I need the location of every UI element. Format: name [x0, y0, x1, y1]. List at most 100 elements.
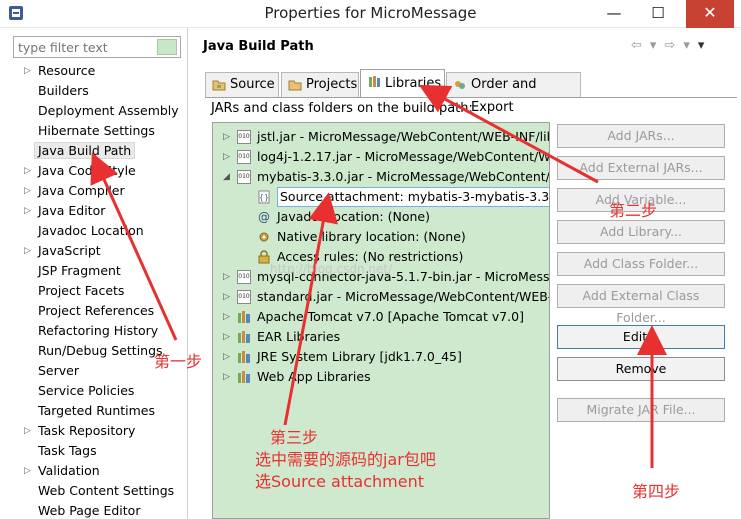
library-attribute-row[interactable]: Access rules: (No restrictions)	[213, 247, 549, 267]
expand-arrow-icon[interactable]: ▷	[24, 161, 31, 181]
library-entry-row[interactable]: ▷ JRE System Library [jdk1.7.0_45]	[213, 347, 549, 367]
expand-arrow-icon[interactable]: ▷	[24, 421, 31, 441]
back-icon[interactable]: ⇦▾	[631, 38, 664, 53]
sidebar-item-task-tags[interactable]: Task Tags	[0, 441, 188, 461]
collapse-arrow-icon[interactable]: ◢	[223, 167, 230, 187]
sidebar-item-label: Project References	[38, 303, 155, 318]
expand-arrow-icon[interactable]: ▷	[24, 461, 31, 481]
sidebar-item-jsp-fragment[interactable]: JSP Fragment	[0, 261, 188, 281]
expand-arrow-icon[interactable]: ▷	[223, 287, 230, 307]
remove-button[interactable]: Remove	[557, 357, 725, 381]
tab-source[interactable]: Source	[205, 72, 279, 97]
add-library-button[interactable]: Add Library...	[557, 220, 725, 244]
sidebar-item-javascript[interactable]: ▷ JavaScript	[0, 241, 188, 261]
expand-arrow-icon[interactable]: ▷	[24, 181, 31, 201]
migrate-jar-file-button[interactable]: Migrate JAR File...	[557, 398, 725, 422]
library-entry-row[interactable]: ▷ EAR Libraries	[213, 327, 549, 347]
add-external-jars-button[interactable]: Add External JARs...	[557, 156, 725, 180]
forward-icon[interactable]: ⇨▾	[664, 38, 697, 53]
sidebar-item-web-page-editor[interactable]: Web Page Editor	[0, 501, 188, 519]
expand-arrow-icon[interactable]: ▷	[223, 347, 230, 367]
expand-arrow-icon[interactable]: ▷	[24, 201, 31, 221]
sidebar-item-project-facets[interactable]: Project Facets	[0, 281, 188, 301]
sidebar-item-label: Run/Debug Settings	[38, 343, 163, 358]
view-menu-icon[interactable]: ▾	[698, 38, 713, 53]
library-attribute-row[interactable]: @ Javadoc location: (None)	[213, 207, 549, 227]
expand-arrow-icon[interactable]: ▷	[223, 267, 230, 287]
sidebar-item-label: Java Build Path	[34, 142, 136, 159]
sidebar-item-hibernate-settings[interactable]: Hibernate Settings	[0, 121, 188, 141]
projects-icon	[288, 80, 302, 91]
expand-arrow-icon[interactable]: ▷	[223, 367, 230, 387]
sidebar-item-service-policies[interactable]: Service Policies	[0, 381, 188, 401]
order-export-icon	[455, 81, 465, 89]
library-entry-row[interactable]: ▷ Apache Tomcat v7.0 [Apache Tomcat v7.0]	[213, 307, 549, 327]
add-variable-button[interactable]: Add Variable...	[557, 188, 725, 212]
sidebar-item-label: Server	[38, 363, 79, 378]
library-entry-row[interactable]: ▷ 010 standard.jar - MicroMessage/WebConte…	[213, 287, 549, 307]
sidebar-item-label: Hibernate Settings	[38, 123, 155, 138]
filter-input[interactable]	[13, 36, 181, 58]
sidebar-item-java-build-path[interactable]: Java Build Path	[0, 141, 188, 161]
sidebar-item-resource[interactable]: ▷ Resource	[0, 61, 188, 81]
sidebar-item-java-compiler[interactable]: ▷ Java Compiler	[0, 181, 188, 201]
expand-arrow-icon[interactable]: ▷	[223, 327, 230, 347]
sidebar-item-server[interactable]: Server	[0, 361, 188, 381]
library-entry-row[interactable]: ◢ 010 mybatis-3.3.0.jar - MicroMessage/Web…	[213, 167, 549, 187]
add-class-folder-button[interactable]: Add Class Folder...	[557, 252, 725, 276]
sidebar-item-label: Refactoring History	[38, 323, 159, 338]
sidebar-item-label: Web Content Settings	[38, 483, 175, 498]
sidebar-item-targeted-runtimes[interactable]: Targeted Runtimes	[0, 401, 188, 421]
add-jars-button[interactable]: Add JARs...	[557, 124, 725, 148]
tab-label: Order and Export	[471, 77, 537, 115]
library-entry-label: log4j-1.2.17.jar - MicroMessage/WebConte…	[257, 149, 550, 164]
expand-arrow-icon[interactable]: ▷	[24, 241, 31, 261]
tab-order-and-export[interactable]: Order and Export	[446, 72, 581, 115]
sidebar-item-label: Resource	[38, 63, 96, 78]
sidebar-item-web-content-settings[interactable]: Web Content Settings	[0, 481, 188, 501]
sidebar-item-run-debug-settings[interactable]: Run/Debug Settings	[0, 341, 188, 361]
sidebar-item-java-editor[interactable]: ▷ Java Editor	[0, 201, 188, 221]
minimize-button[interactable]: —	[592, 0, 636, 28]
jar-icon: 010	[237, 270, 251, 284]
expand-arrow-icon[interactable]: ▷	[223, 147, 230, 167]
sidebar-item-builders[interactable]: Builders	[0, 81, 188, 101]
property-page-tree: ▷ Resource Builders Deployment Assembly Hibe…	[0, 61, 188, 519]
svg-text:@: @	[258, 210, 270, 224]
title-bar: Properties for MicroMessage — ☐ ✕	[0, 0, 741, 28]
libraries-icon	[369, 76, 380, 87]
tab-libraries[interactable]: Libraries	[360, 69, 445, 98]
library-entry-label: Source attachment: mybatis-3-mybatis-3.3…	[277, 187, 549, 207]
jar-icon: 010	[237, 290, 251, 304]
close-button[interactable]: ✕	[686, 0, 734, 28]
library-attribute-row[interactable]: {} Source attachment: mybatis-3-mybatis-3…	[213, 187, 549, 207]
library-entry-label: JRE System Library [jdk1.7.0_45]	[257, 349, 462, 364]
sidebar-item-java-code-style[interactable]: ▷ Java Code Style	[0, 161, 188, 181]
libraries-tree[interactable]: ▷ 010 jstl.jar - MicroMessage/WebContent/W…	[212, 122, 550, 519]
clear-filter-icon[interactable]	[157, 39, 177, 55]
expand-arrow-icon[interactable]: ▷	[24, 61, 31, 81]
sidebar-item-label: Project Facets	[38, 283, 125, 298]
maximize-button[interactable]: ☐	[636, 0, 680, 28]
tab-label: Projects	[306, 77, 358, 92]
library-entry-row[interactable]: ▷ 010 jstl.jar - MicroMessage/WebContent/W…	[213, 127, 549, 147]
sidebar-item-refactoring-history[interactable]: Refactoring History	[0, 321, 188, 341]
tab-projects[interactable]: Projects	[281, 72, 359, 97]
library-attribute-row[interactable]: Native library location: (None)	[213, 227, 549, 247]
page-title: Java Build Path	[203, 39, 314, 54]
sidebar-item-task-repository[interactable]: ▷ Task Repository	[0, 421, 188, 441]
expand-arrow-icon[interactable]: ▷	[223, 307, 230, 327]
library-entry-row[interactable]: ▷ Web App Libraries	[213, 367, 549, 387]
sidebar-item-project-references[interactable]: Project References	[0, 301, 188, 321]
library-entry-row[interactable]: ▷ 010 log4j-1.2.17.jar - MicroMessage/WebC…	[213, 147, 550, 167]
expand-arrow-icon[interactable]: ▷	[223, 127, 230, 147]
sidebar-item-javadoc-location[interactable]: Javadoc Location	[0, 221, 188, 241]
library-entry-row[interactable]: ▷ 010 mysql-connector-java-5.1.7-bin.jar -…	[213, 267, 549, 287]
library-icon	[237, 350, 251, 364]
sidebar-item-deployment-assembly[interactable]: Deployment Assembly	[0, 101, 188, 121]
java-build-path-page: Java Build Path ⇦▾⇨▾▾ Source Projects Li…	[189, 28, 741, 519]
edit-button[interactable]: Edit...	[557, 325, 725, 349]
library-entry-label: Native library location: (None)	[277, 229, 466, 244]
sidebar-item-validation[interactable]: ▷ Validation	[0, 461, 188, 481]
add-external-class-folder-button[interactable]: Add External Class Folder...	[557, 284, 725, 325]
